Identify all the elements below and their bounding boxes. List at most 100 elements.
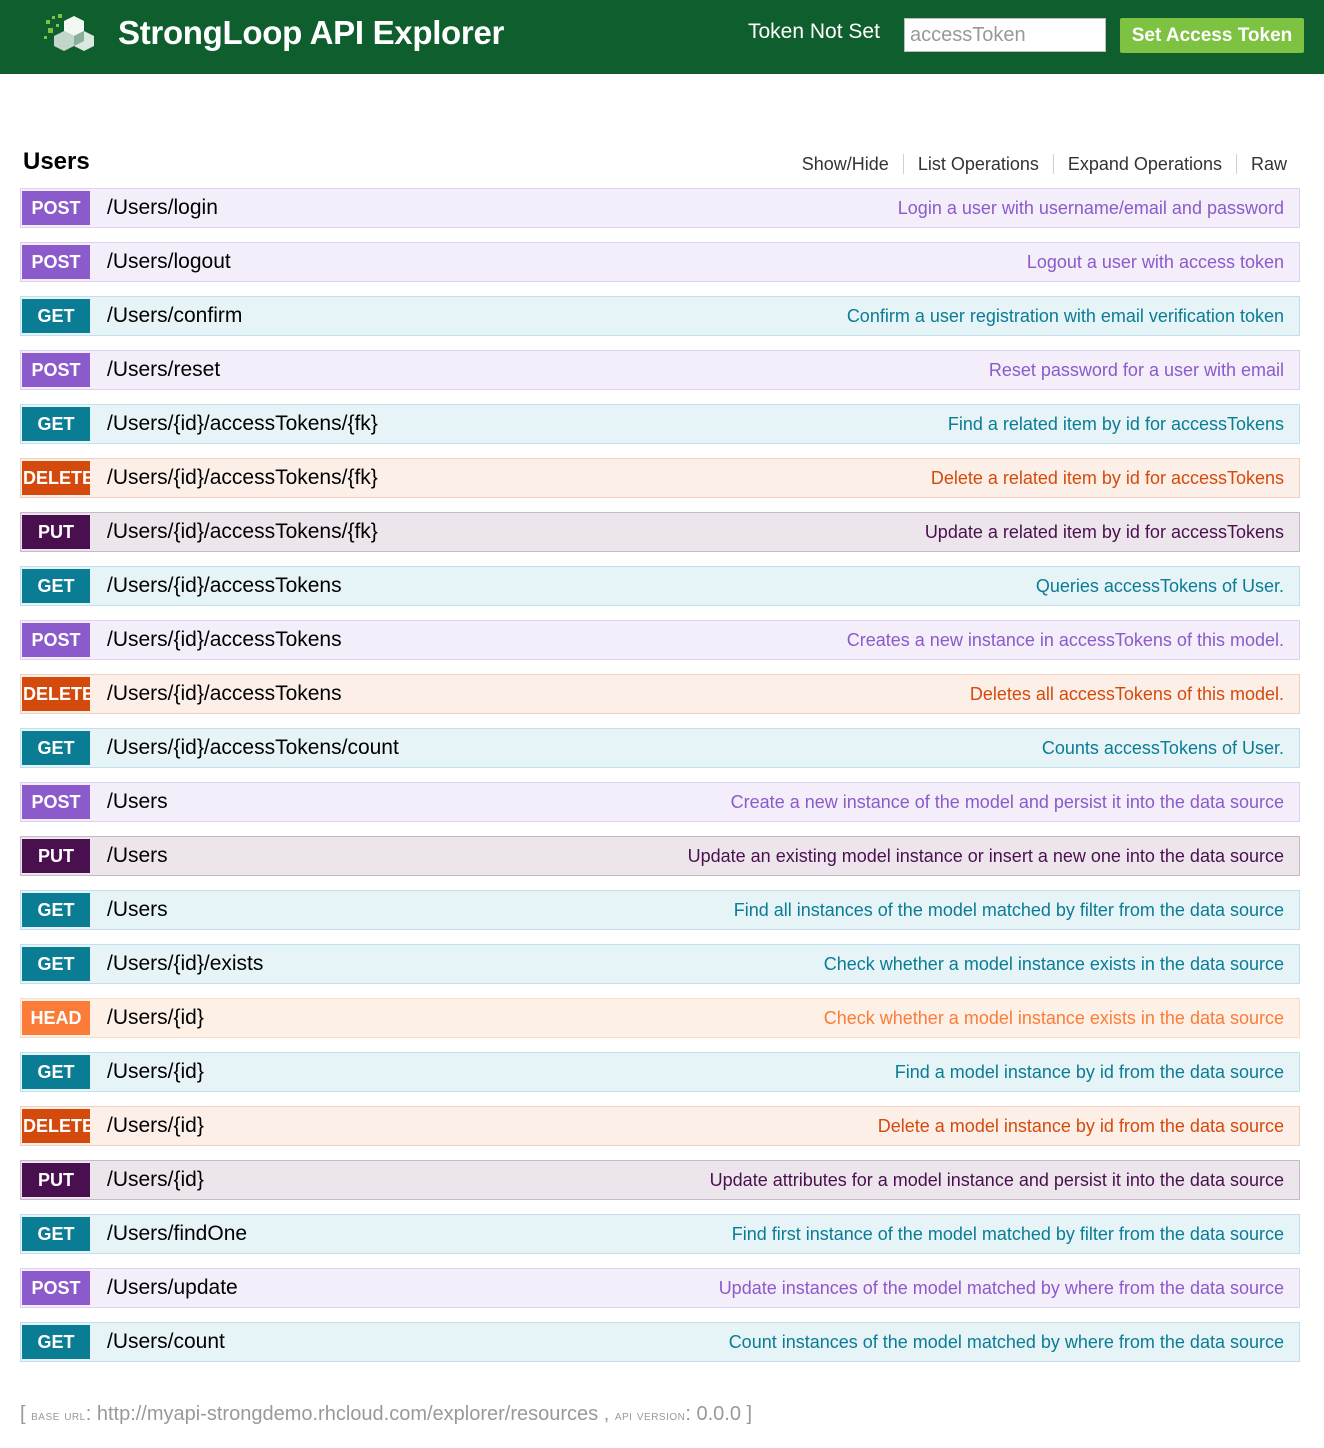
operation-summary[interactable]: Find all instances of the model matched … bbox=[734, 900, 1284, 921]
http-method-badge[interactable]: POST bbox=[22, 1271, 90, 1305]
operation-path[interactable]: /Users/{id}/accessTokens/{fk} bbox=[107, 466, 378, 490]
operation-path[interactable]: /Users/reset bbox=[107, 358, 220, 382]
operation-path[interactable]: /Users bbox=[107, 844, 168, 868]
operation-summary[interactable]: Counts accessTokens of User. bbox=[1042, 738, 1284, 759]
operation-summary[interactable]: Queries accessTokens of User. bbox=[1036, 576, 1284, 597]
operation-summary[interactable]: Update a related item by id for accessTo… bbox=[925, 522, 1284, 543]
operation-summary[interactable]: Create a new instance of the model and p… bbox=[731, 792, 1284, 813]
operation-summary[interactable]: Count instances of the model matched by … bbox=[729, 1332, 1284, 1353]
operation-row[interactable]: POST/Users Create a new instance of the m… bbox=[20, 782, 1300, 822]
http-method-badge[interactable]: HEAD bbox=[22, 1001, 90, 1035]
operation-path[interactable]: /Users bbox=[107, 790, 168, 814]
show-hide-link[interactable]: Show/Hide bbox=[788, 154, 903, 174]
operation-summary[interactable]: Logout a user with access token bbox=[1027, 252, 1284, 273]
http-method-badge[interactable]: POST bbox=[22, 353, 90, 387]
http-method-badge[interactable]: GET bbox=[22, 731, 90, 765]
token-status: Token Not Set bbox=[748, 20, 880, 43]
operation-path[interactable]: /Users/{id}/exists bbox=[107, 952, 263, 976]
operation-row[interactable]: GET/Users/{id}/accessTokens/{fk} Find a r… bbox=[20, 404, 1300, 444]
operation-path[interactable]: /Users/login bbox=[107, 196, 218, 220]
operation-path[interactable]: /Users/{id}/accessTokens/{fk} bbox=[107, 412, 378, 436]
app-title: StrongLoop API Explorer bbox=[118, 14, 505, 51]
operation-summary[interactable]: Creates a new instance in accessTokens o… bbox=[847, 630, 1284, 651]
operation-summary[interactable]: Update attributes for a model instance a… bbox=[710, 1170, 1284, 1191]
operation-path[interactable]: /Users/{id}/accessTokens bbox=[107, 682, 342, 706]
operation-summary[interactable]: Check whether a model instance exists in… bbox=[824, 954, 1284, 975]
operation-row[interactable]: GET/Users/{id}/accessTokens Queries acces… bbox=[20, 566, 1300, 606]
set-access-token-button[interactable]: Set Access Token bbox=[1120, 18, 1304, 53]
operation-row[interactable]: DELETE/Users/{id} Delete a model instance… bbox=[20, 1106, 1300, 1146]
http-method-badge[interactable]: GET bbox=[22, 569, 90, 603]
operation-row[interactable]: GET/Users/{id}/exists Check whether a mod… bbox=[20, 944, 1300, 984]
operation-path[interactable]: /Users/{id} bbox=[107, 1168, 204, 1192]
resource-title[interactable]: Users bbox=[23, 148, 90, 176]
operation-summary[interactable]: Reset password for a user with email bbox=[989, 360, 1284, 381]
operation-summary[interactable]: Check whether a model instance exists in… bbox=[824, 1008, 1284, 1029]
operation-path[interactable]: /Users/{id} bbox=[107, 1114, 204, 1138]
operation-path[interactable]: /Users/count bbox=[107, 1330, 225, 1354]
operation-path[interactable]: /Users/{id} bbox=[107, 1060, 204, 1084]
operation-row[interactable]: PUT/Users/{id}/accessTokens/{fk} Update a… bbox=[20, 512, 1300, 552]
http-method-badge[interactable]: GET bbox=[22, 1217, 90, 1251]
http-method-badge[interactable]: GET bbox=[22, 893, 90, 927]
expand-operations-link[interactable]: Expand Operations bbox=[1052, 154, 1236, 174]
operation-summary[interactable]: Find a related item by id for accessToke… bbox=[948, 414, 1284, 435]
http-method-badge[interactable]: POST bbox=[22, 245, 90, 279]
operation-summary[interactable]: Delete a model instance by id from the d… bbox=[878, 1116, 1284, 1137]
http-method-badge[interactable]: GET bbox=[22, 299, 90, 333]
operation-summary[interactable]: Deletes all accessTokens of this model. bbox=[970, 684, 1284, 705]
http-method-badge[interactable]: GET bbox=[22, 947, 90, 981]
operation-summary[interactable]: Find a model instance by id from the dat… bbox=[895, 1062, 1284, 1083]
http-method-badge[interactable]: DELETE bbox=[22, 461, 90, 495]
operation-row[interactable]: PUT/Users/{id} Update attributes for a mo… bbox=[20, 1160, 1300, 1200]
operation-row[interactable]: GET/Users/{id} Find a model instance by i… bbox=[20, 1052, 1300, 1092]
operation-path[interactable]: /Users/update bbox=[107, 1276, 238, 1300]
http-method-badge[interactable]: GET bbox=[22, 1055, 90, 1089]
operation-row[interactable]: POST/Users/{id}/accessTokens Creates a ne… bbox=[20, 620, 1300, 660]
operation-summary[interactable]: Update an existing model instance or ins… bbox=[688, 846, 1284, 867]
operation-row[interactable]: GET/Users/{id}/accessTokens/count Counts … bbox=[20, 728, 1300, 768]
operation-path[interactable]: /Users/findOne bbox=[107, 1222, 247, 1246]
operation-summary[interactable]: Confirm a user registration with email v… bbox=[847, 306, 1284, 327]
http-method-badge[interactable]: GET bbox=[22, 1325, 90, 1359]
operation-path[interactable]: /Users/logout bbox=[107, 250, 231, 274]
operation-path[interactable]: /Users/{id}/accessTokens/count bbox=[107, 736, 399, 760]
http-method-badge[interactable]: POST bbox=[22, 191, 90, 225]
http-method-badge[interactable]: POST bbox=[22, 785, 90, 819]
access-token-input[interactable] bbox=[904, 18, 1106, 52]
operation-row[interactable]: GET/Users Find all instances of the model… bbox=[20, 890, 1300, 930]
http-method-badge[interactable]: PUT bbox=[22, 515, 90, 549]
strongloop-logo-icon bbox=[44, 14, 94, 51]
http-method-badge[interactable]: PUT bbox=[22, 839, 90, 873]
http-method-badge[interactable]: DELETE bbox=[22, 1109, 90, 1143]
base-url-value: http://myapi-strongdemo.rhcloud.com/expl… bbox=[96, 1403, 599, 1425]
operation-path[interactable]: /Users/{id}/accessTokens bbox=[107, 628, 342, 652]
operation-row[interactable]: POST/Users/reset Reset password for a use… bbox=[20, 350, 1300, 390]
operation-row[interactable]: DELETE/Users/{id}/accessTokens Deletes al… bbox=[20, 674, 1300, 714]
operation-row[interactable]: POST/Users/logout Logout a user with acce… bbox=[20, 242, 1300, 282]
http-method-badge[interactable]: PUT bbox=[22, 1163, 90, 1197]
footer-close-bracket: ] bbox=[746, 1403, 753, 1425]
operation-row[interactable]: PUT/Users Update an existing model instan… bbox=[20, 836, 1300, 876]
operation-row[interactable]: POST/Users/update Update instances of the… bbox=[20, 1268, 1300, 1308]
http-method-badge[interactable]: GET bbox=[22, 407, 90, 441]
operation-path[interactable]: /Users/{id}/accessTokens/{fk} bbox=[107, 520, 378, 544]
raw-link[interactable]: Raw bbox=[1235, 154, 1287, 174]
operation-row[interactable]: GET/Users/findOne Find first instance of … bbox=[20, 1214, 1300, 1254]
list-operations-link[interactable]: List Operations bbox=[902, 154, 1053, 174]
operation-row[interactable]: GET/Users/count Count instances of the mo… bbox=[20, 1322, 1300, 1362]
operation-summary[interactable]: Update instances of the model matched by… bbox=[719, 1278, 1284, 1299]
operation-path[interactable]: /Users/{id}/accessTokens bbox=[107, 574, 342, 598]
http-method-badge[interactable]: POST bbox=[22, 623, 90, 657]
operation-row[interactable]: GET/Users/confirm Confirm a user registra… bbox=[20, 296, 1300, 336]
operation-path[interactable]: /Users/{id} bbox=[107, 1006, 204, 1030]
operation-summary[interactable]: Find first instance of the model matched… bbox=[732, 1224, 1284, 1245]
operation-row[interactable]: HEAD/Users/{id} Check whether a model ins… bbox=[20, 998, 1300, 1038]
operation-summary[interactable]: Login a user with username/email and pas… bbox=[898, 198, 1284, 219]
http-method-badge[interactable]: DELETE bbox=[22, 677, 90, 711]
operation-row[interactable]: POST/Users/login Login a user with userna… bbox=[20, 188, 1300, 228]
operation-summary[interactable]: Delete a related item by id for accessTo… bbox=[931, 468, 1284, 489]
operation-path[interactable]: /Users bbox=[107, 898, 168, 922]
operation-path[interactable]: /Users/confirm bbox=[107, 304, 242, 328]
operation-row[interactable]: DELETE/Users/{id}/accessTokens/{fk} Delet… bbox=[20, 458, 1300, 498]
